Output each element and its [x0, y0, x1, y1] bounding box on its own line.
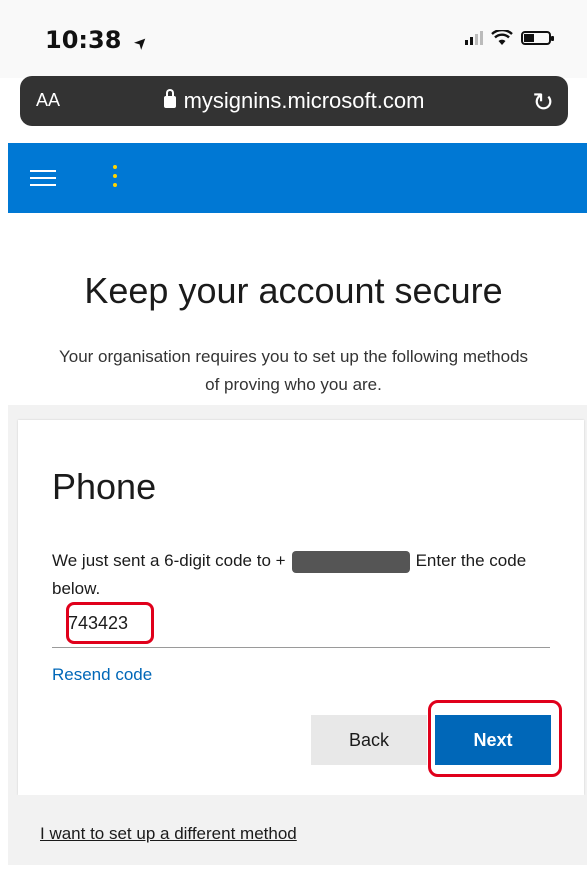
url-display[interactable]: mysignins.microsoft.com	[20, 88, 568, 114]
redacted-phone-number	[291, 550, 410, 573]
signal-icon	[465, 31, 483, 45]
lock-icon	[163, 89, 176, 108]
different-method-link[interactable]: I want to set up a different method	[40, 824, 297, 844]
time-text: 10:38	[45, 26, 122, 54]
code-highlight-box	[66, 602, 154, 644]
subtitle-line-2: of proving who you are.	[205, 375, 382, 394]
app-header	[8, 143, 587, 213]
url-bar[interactable]: AA mysignins.microsoft.com ↻	[20, 76, 568, 126]
location-arrow-icon: ➤	[129, 31, 152, 54]
resend-code-link[interactable]: Resend code	[52, 665, 152, 685]
wifi-icon	[491, 30, 513, 45]
reload-icon[interactable]: ↻	[532, 87, 554, 118]
hamburger-icon[interactable]	[30, 170, 56, 186]
status-time: 10:38 ➤	[45, 26, 152, 54]
page-title: Keep your account secure	[84, 270, 503, 311]
subtitle-line-1: Your organisation requires you to set up…	[58, 347, 529, 366]
instructions-prefix: We just sent a 6-digit code to +	[52, 551, 286, 570]
status-bar: 10:38 ➤	[0, 0, 587, 78]
card-instructions: We just sent a 6-digit code to + Enter th…	[52, 547, 552, 603]
more-vertical-icon[interactable]	[112, 165, 118, 191]
page-subtitle: Your organisation requires you to set up…	[0, 343, 587, 399]
next-highlight-box	[428, 700, 562, 777]
battery-icon	[521, 31, 554, 45]
back-button[interactable]: Back	[311, 715, 427, 765]
status-icons	[465, 30, 554, 46]
url-text: mysignins.microsoft.com	[183, 88, 425, 113]
card-title: Phone	[52, 466, 157, 507]
